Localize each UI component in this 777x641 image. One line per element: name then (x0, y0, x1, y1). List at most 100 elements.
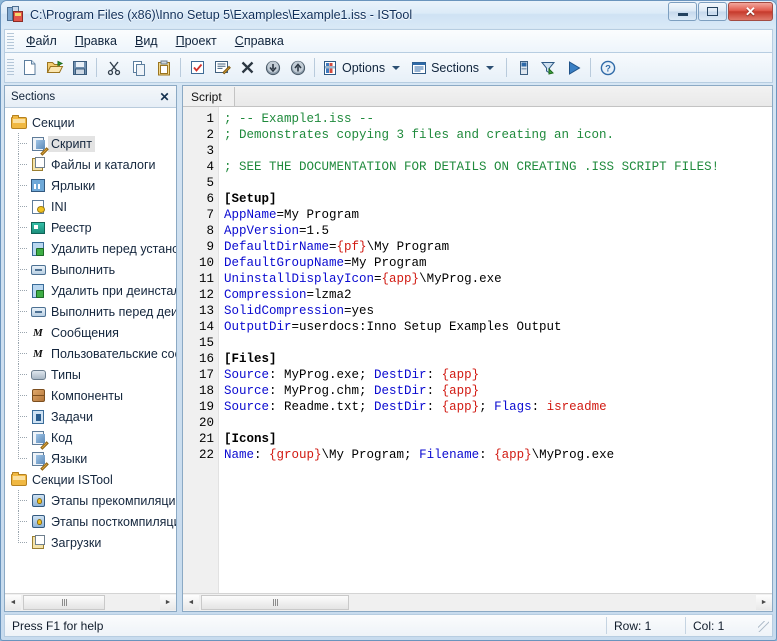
code-token: = (329, 240, 337, 254)
close-button[interactable]: ✕ (728, 2, 773, 21)
code-editor[interactable]: 1 2 3 4 5 6 7 8 9 10 11 12 13 14 15 16 17 18 19 20 21 22 ; --… (183, 107, 772, 593)
checkbox-icon (191, 61, 204, 74)
menu-item-project[interactable]: Проект (167, 31, 226, 51)
menu-item-file[interactable]: Файл (17, 31, 66, 51)
editor-scroll-right-button[interactable]: ► (756, 595, 772, 610)
tree-node-tasks[interactable]: Задачи (5, 406, 176, 427)
code-line[interactable]: [Setup] (224, 191, 772, 207)
tree-node-run[interactable]: Выполнить (5, 259, 176, 280)
code-token: {pf} (336, 240, 367, 254)
compile-button[interactable] (511, 55, 536, 80)
code-line[interactable]: Source: MyProg.chm; DestDir: {app} (224, 383, 772, 399)
menu-item-edit[interactable]: Правка (66, 31, 126, 51)
code-line[interactable]: ; -- Example1.iss -- (224, 111, 772, 127)
code-line[interactable]: SolidCompression=yes (224, 303, 772, 319)
help-button[interactable]: ? (595, 55, 620, 80)
code-line[interactable]: UninstallDisplayIcon={app}\MyProg.exe (224, 271, 772, 287)
tree-node-ini[interactable]: INI (5, 196, 176, 217)
tree-node-messages[interactable]: M Сообщения (5, 322, 176, 343)
copy-button[interactable] (126, 55, 151, 80)
code-line[interactable]: Source: Readme.txt; DestDir: {app}; Flag… (224, 399, 772, 415)
delete-button[interactable] (235, 55, 260, 80)
x-mark-icon (241, 61, 254, 74)
move-up-button[interactable] (285, 55, 310, 80)
build-button[interactable] (536, 55, 561, 80)
toolbar-drag-grip[interactable] (7, 59, 14, 76)
code-line[interactable]: OutputDir=userdocs:Inno Setup Examples O… (224, 319, 772, 335)
move-down-button[interactable] (260, 55, 285, 80)
line-number: 3 (206, 144, 214, 158)
tree-node-istool-sections-root[interactable]: Секции ISTool (5, 469, 176, 490)
tree-node-files[interactable]: Файлы и каталоги (5, 154, 176, 175)
code-line[interactable]: [Icons] (224, 431, 772, 447)
open-file-button[interactable] (42, 55, 67, 80)
code-line[interactable]: AppName=My Program (224, 207, 772, 223)
code-line[interactable]: ; Demonstrates copying 3 files and creat… (224, 127, 772, 143)
script-icon (30, 136, 49, 156)
editor-scroll-track[interactable] (199, 595, 756, 610)
code-line[interactable]: Name: {group}\My Program; Filename: {app… (224, 447, 772, 463)
editor-scroll-thumb[interactable] (201, 595, 349, 610)
scroll-track[interactable] (21, 595, 160, 610)
options-dropdown[interactable]: Options (319, 55, 408, 80)
tree-node-postcompile-stages[interactable]: Этапы посткомпиляции (5, 511, 176, 532)
editor-scroll-left-button[interactable]: ◄ (183, 595, 199, 610)
code-token: : MyProg.chm; (269, 384, 375, 398)
run-button[interactable] (561, 55, 586, 80)
sections-horizontal-scrollbar[interactable]: ◄ ► (5, 593, 176, 611)
code-line[interactable]: Source: MyProg.exe; DestDir: {app} (224, 367, 772, 383)
tree-node-shortcuts[interactable]: Ярлыки (5, 175, 176, 196)
tab-script[interactable]: Script (183, 87, 235, 106)
paste-button[interactable] (151, 55, 176, 80)
tree-node-label: Пользовательские сообщения (51, 346, 176, 361)
tree-node-components[interactable]: Компоненты (5, 385, 176, 406)
tree-node-delete-on-uninstall[interactable]: Удалить при деинсталляции (5, 280, 176, 301)
run-play-icon (568, 60, 581, 75)
tree-node-script[interactable]: Скрипт (5, 133, 176, 156)
code-line[interactable]: DefaultDirName={pf}\My Program (224, 239, 772, 255)
code-line[interactable] (224, 175, 772, 191)
minimize-button[interactable] (668, 2, 697, 21)
scroll-left-button[interactable]: ◄ (5, 595, 21, 610)
chevron-down-icon-2[interactable] (486, 65, 495, 70)
menu-item-view[interactable]: Вид (126, 31, 167, 51)
menu-item-help[interactable]: Справка (226, 31, 293, 51)
code-line[interactable]: [Files] (224, 351, 772, 367)
menu-drag-grip[interactable] (7, 32, 14, 50)
edit-entry-button[interactable] (210, 55, 235, 80)
check-button[interactable] (185, 55, 210, 80)
save-file-button[interactable] (67, 55, 92, 80)
code-line[interactable] (224, 143, 772, 159)
tree-node-types[interactable]: Типы (5, 364, 176, 385)
tree-node-languages[interactable]: Языки (5, 448, 176, 471)
restore-button[interactable] (698, 2, 727, 21)
tree-node-sections-root[interactable]: Секции (5, 112, 176, 133)
cut-button[interactable] (101, 55, 126, 80)
chevron-down-icon[interactable] (392, 65, 401, 70)
types-icon (30, 367, 47, 383)
new-file-button[interactable] (17, 55, 42, 80)
tree-node-registry[interactable]: Реестр (5, 217, 176, 238)
tree-node-custom-messages[interactable]: M Пользовательские сообщения (5, 343, 176, 364)
tree-node-delete-before-install[interactable]: Удалить перед установкой (5, 238, 176, 259)
scroll-thumb[interactable] (23, 595, 105, 610)
editor-horizontal-scrollbar[interactable]: ◄ ► (183, 593, 772, 611)
code-line[interactable]: Compression=lzma2 (224, 287, 772, 303)
tree-node-code[interactable]: Код (5, 427, 176, 450)
code-line[interactable] (224, 335, 772, 351)
scroll-right-button[interactable]: ► (160, 595, 176, 610)
tree-node-downloads[interactable]: Загрузки (5, 532, 176, 553)
sections-dropdown[interactable]: Sections (408, 55, 502, 80)
resize-grip-icon[interactable] (756, 619, 770, 633)
code-line[interactable] (224, 415, 772, 431)
editor-tabstrip: Script (183, 86, 772, 107)
code-line[interactable]: AppVersion=1.5 (224, 223, 772, 239)
code-line[interactable]: ; SEE THE DOCUMENTATION FOR DETAILS ON C… (224, 159, 772, 175)
tree-node-run-before-uninstall[interactable]: Выполнить перед деинсталляцией (5, 301, 176, 322)
sections-tree[interactable]: Секции Скрипт Файлы и каталоги Ярлыки IN… (5, 108, 176, 593)
code-line[interactable]: DefaultGroupName=My Program (224, 255, 772, 271)
files-icon (30, 156, 47, 173)
close-icon[interactable]: ✕ (157, 89, 172, 104)
code-content[interactable]: ; -- Example1.iss -- ; Demonstrates copyi… (219, 107, 772, 593)
tree-node-precompile-stages[interactable]: Этапы прекомпиляции (5, 490, 176, 511)
